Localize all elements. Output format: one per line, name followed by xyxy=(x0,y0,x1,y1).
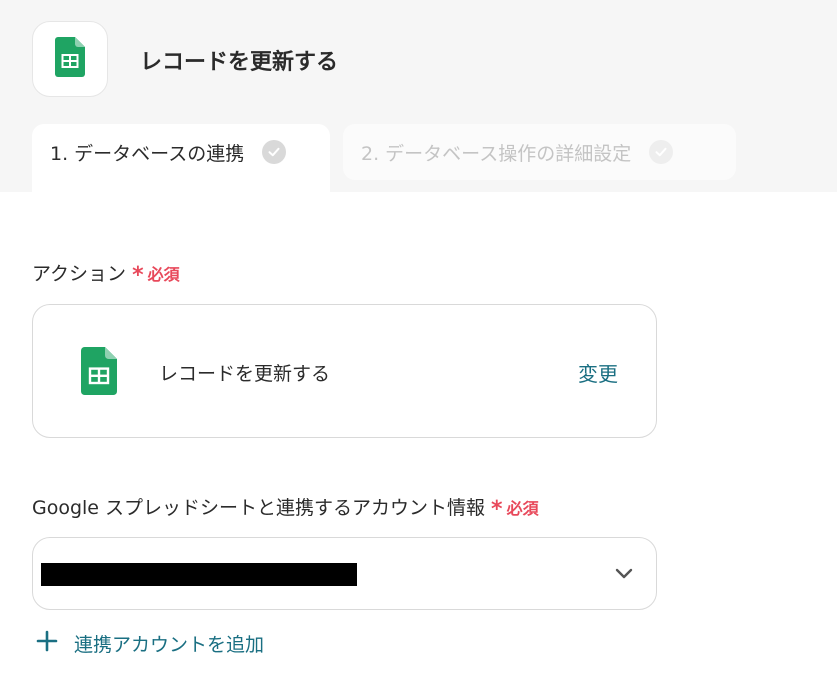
plus-icon xyxy=(36,630,58,657)
asterisk-icon: * xyxy=(132,262,144,288)
action-label: アクション xyxy=(32,263,127,285)
google-sheets-icon xyxy=(55,37,85,81)
change-action-link[interactable]: 変更 xyxy=(578,358,618,387)
tab-database-operation-settings[interactable]: 2. データベース操作の詳細設定 xyxy=(343,124,736,180)
tab-database-link[interactable]: 1. データベースの連携 xyxy=(32,124,330,192)
action-card: レコードを更新する 変更 xyxy=(32,304,657,438)
account-select[interactable] xyxy=(32,537,657,610)
chevron-down-icon xyxy=(614,566,634,585)
check-circle-icon xyxy=(262,140,287,164)
account-label: Google スプレッドシートと連携するアカウント情報 xyxy=(32,497,486,519)
google-sheets-icon xyxy=(81,347,117,399)
add-account-link[interactable]: 連携アカウントを追加 xyxy=(36,630,264,657)
required-badge: * 必須 xyxy=(132,261,180,288)
add-account-label: 連携アカウントを追加 xyxy=(74,634,265,656)
tab-label: 1. データベースの連携 xyxy=(50,143,245,165)
required-label: 必須 xyxy=(147,264,180,284)
account-section-label: Google スプレッドシートと連携するアカウント情報 * 必須 xyxy=(32,493,539,520)
action-section-label: アクション * 必須 xyxy=(32,259,180,286)
redacted-account-value xyxy=(41,563,357,586)
check-circle-icon xyxy=(649,140,674,164)
page-title: レコードを更新する xyxy=(140,50,339,75)
required-label: 必須 xyxy=(506,498,539,518)
action-name: レコードを更新する xyxy=(159,363,331,385)
app-icon-container xyxy=(32,21,108,97)
tab-label: 2. データベース操作の詳細設定 xyxy=(361,143,632,165)
asterisk-icon: * xyxy=(491,496,503,522)
required-badge: * 必須 xyxy=(491,495,539,522)
